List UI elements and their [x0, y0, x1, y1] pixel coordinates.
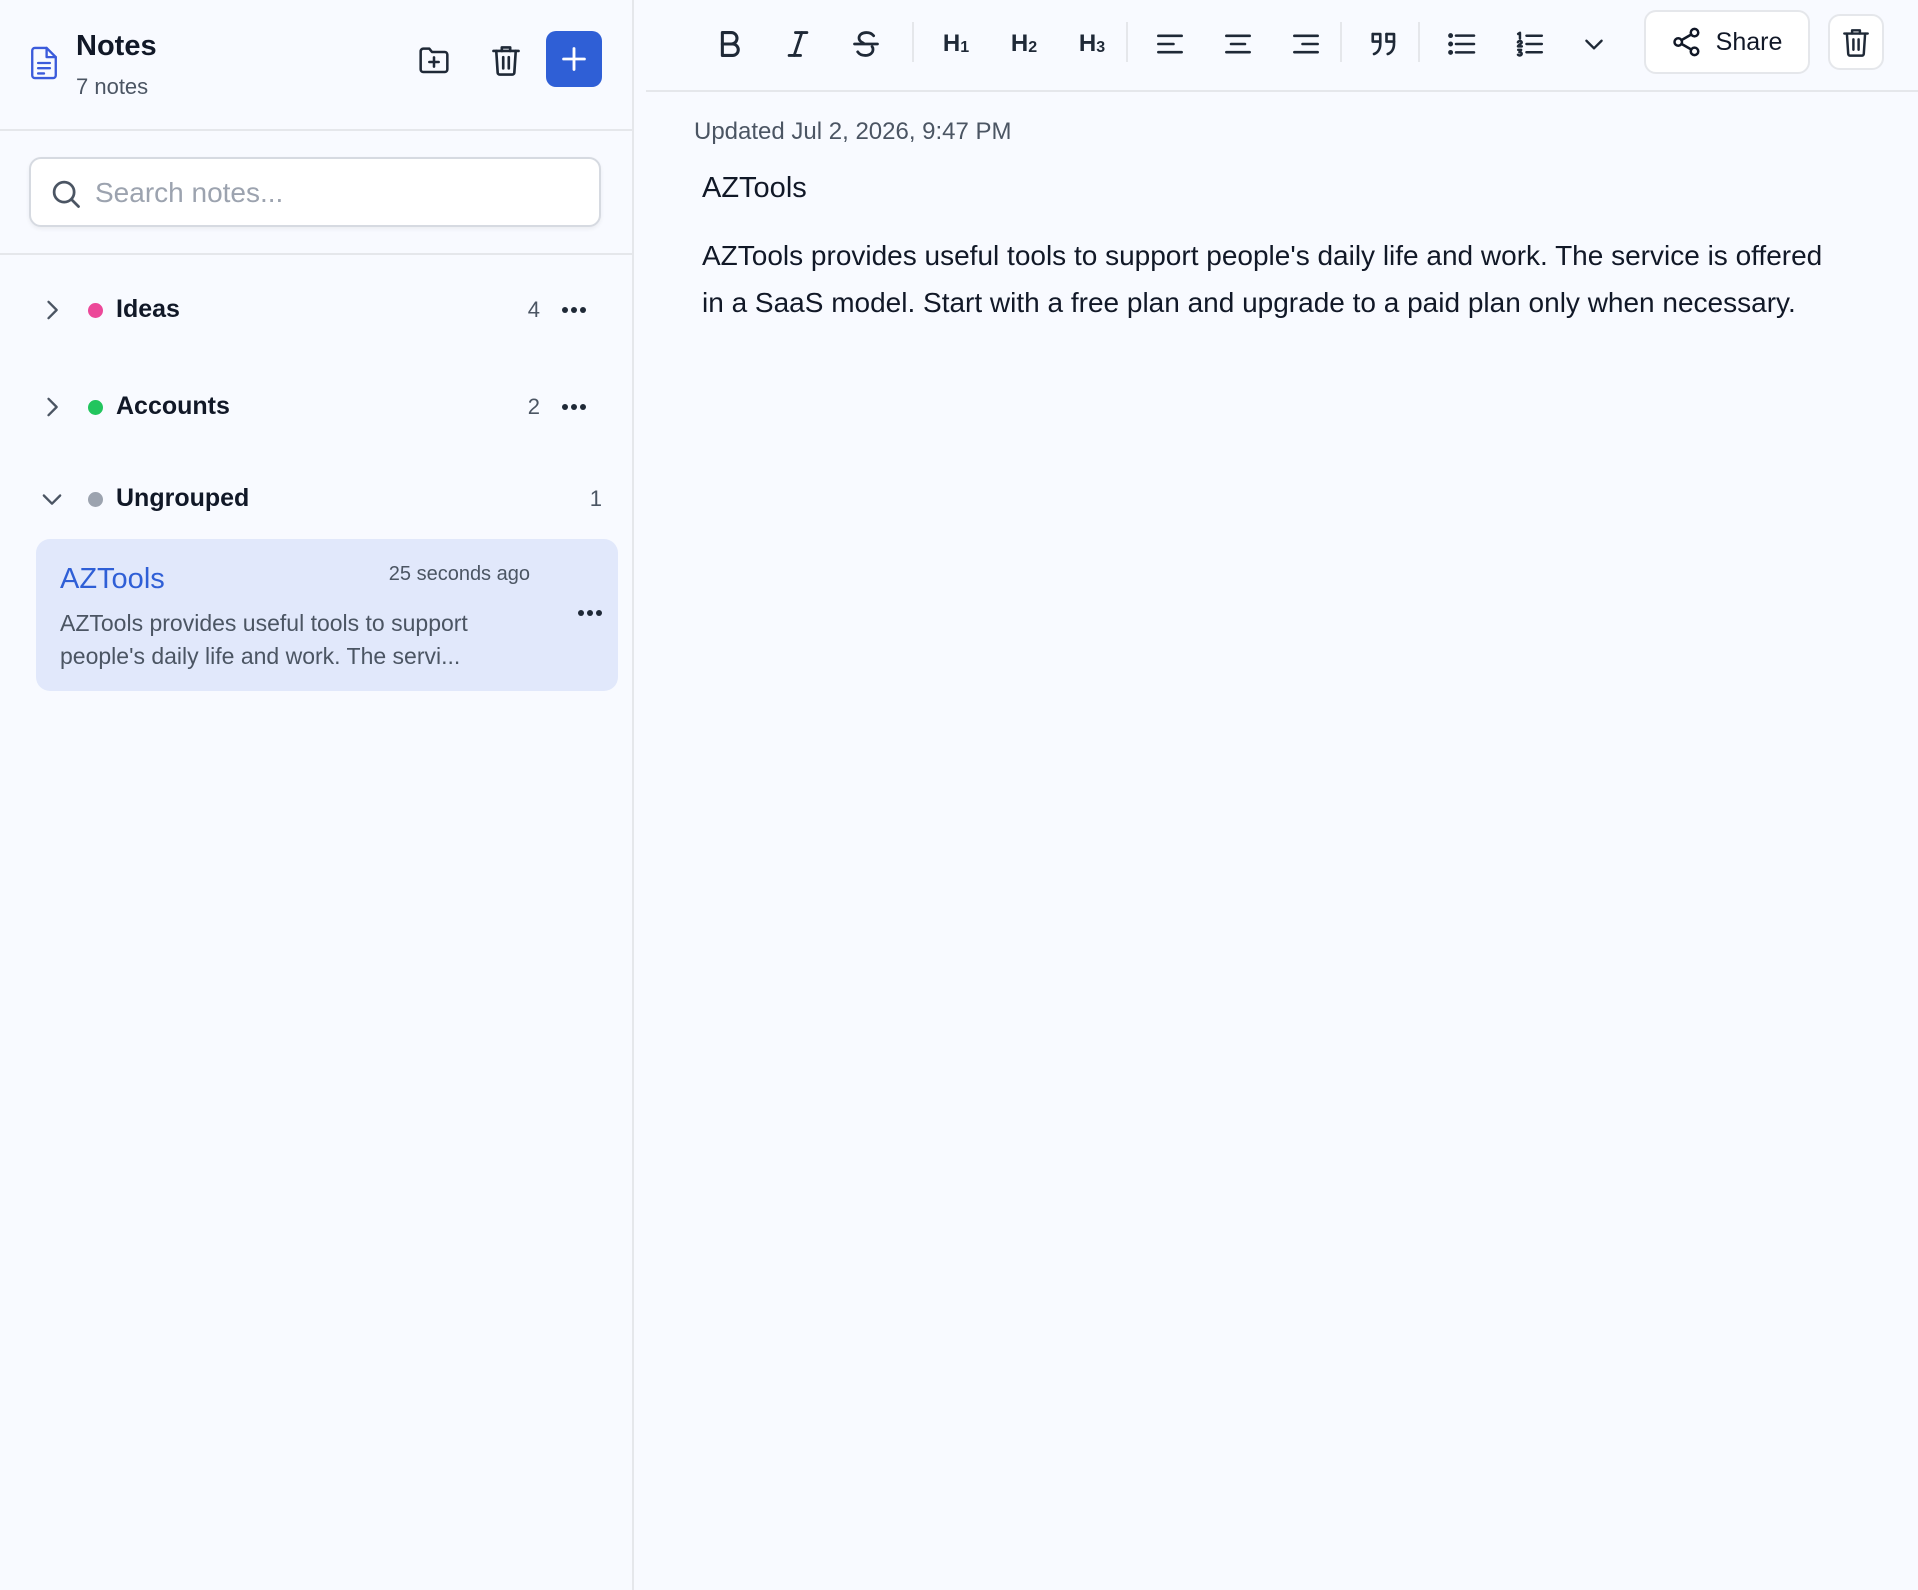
share-button[interactable]: Share: [1644, 10, 1810, 74]
blockquote-button[interactable]: [1360, 20, 1408, 68]
trash-icon: [1843, 27, 1869, 57]
align-center-icon: [1224, 32, 1252, 56]
align-center-button[interactable]: [1214, 20, 1262, 68]
group-name: Accounts: [116, 392, 230, 420]
chevron-right-icon[interactable]: [38, 393, 66, 421]
trash-icon: [492, 44, 520, 76]
sidebar-header: Notes 7 notes: [0, 0, 632, 131]
chevron-down-icon[interactable]: [38, 485, 66, 513]
add-note-button[interactable]: [546, 31, 602, 87]
bold-icon: [718, 30, 742, 58]
strikethrough-button[interactable]: [842, 20, 890, 68]
toolbar-divider: [1340, 22, 1342, 62]
search-input[interactable]: [95, 169, 585, 217]
note-content-title[interactable]: AZTools: [702, 172, 807, 205]
search-icon: [51, 179, 81, 209]
note-item[interactable]: AZTools 25 seconds ago AZTools provides …: [36, 539, 618, 691]
folder-plus-icon: [418, 45, 450, 75]
toolbar-divider: [912, 22, 914, 62]
toolbar-divider: [1126, 22, 1128, 62]
group-row-ideas[interactable]: Ideas 4: [0, 280, 632, 340]
note-title: AZTools: [60, 563, 165, 595]
italic-button[interactable]: [774, 20, 822, 68]
align-right-icon: [1292, 32, 1320, 56]
align-left-button[interactable]: [1146, 20, 1194, 68]
numbered-list-icon: [1515, 31, 1545, 57]
group-color-dot: [88, 303, 103, 318]
more-options-icon[interactable]: [556, 296, 592, 324]
heading-3-button[interactable]: H3: [1068, 20, 1116, 68]
document-icon: [28, 46, 60, 80]
group-count: 1: [589, 486, 602, 511]
app-title: Notes: [76, 30, 157, 62]
note-timestamp: 25 seconds ago: [388, 563, 530, 585]
editor-pane: H1 H2 H3 Share Updated Jul 2, 2026, 9:47…: [636, 0, 1918, 1590]
bullet-list-icon: [1447, 32, 1477, 56]
group-name: Ungrouped: [116, 484, 250, 512]
more-options-icon[interactable]: [572, 599, 608, 627]
new-folder-button[interactable]: [412, 38, 456, 82]
chevron-down-icon: [1581, 31, 1607, 57]
sidebar: Notes 7 notes Search notes... Ideas 4 Ac…: [0, 0, 634, 1590]
chevron-right-icon[interactable]: [38, 296, 66, 324]
note-preview: AZTools provides useful tools to support…: [60, 610, 468, 669]
group-color-dot: [88, 492, 103, 507]
group-row-accounts[interactable]: Accounts 2: [0, 377, 632, 437]
bold-button[interactable]: [706, 20, 754, 68]
trash-button[interactable]: [484, 38, 528, 82]
search-section: [0, 131, 632, 255]
align-right-button[interactable]: [1282, 20, 1330, 68]
heading-2-button[interactable]: H2: [1000, 20, 1048, 68]
search-box[interactable]: [29, 157, 601, 227]
bullet-list-button[interactable]: [1438, 20, 1486, 68]
notes-count: 7 notes: [76, 74, 149, 99]
group-row-ungrouped[interactable]: Ungrouped 1: [0, 469, 632, 529]
group-count: 4: [527, 297, 540, 322]
heading-1-button[interactable]: H1: [932, 20, 980, 68]
formatting-toolbar: H1 H2 H3 Share: [646, 0, 1918, 92]
numbered-list-button[interactable]: [1506, 20, 1554, 68]
note-content-body[interactable]: AZTools provides useful tools to support…: [702, 232, 1842, 326]
strikethrough-icon: [852, 30, 880, 58]
more-formatting-button[interactable]: [1570, 20, 1618, 68]
quote-icon: [1369, 30, 1399, 58]
delete-note-button[interactable]: [1828, 14, 1884, 70]
group-count: 2: [527, 394, 540, 419]
updated-timestamp: Updated Jul 2, 2026, 9:47 PM: [694, 118, 1012, 145]
share-label: Share: [1715, 27, 1783, 56]
toolbar-divider: [1418, 22, 1420, 62]
group-color-dot: [88, 400, 103, 415]
share-icon: [1672, 27, 1702, 57]
plus-icon: [561, 46, 587, 72]
align-left-icon: [1156, 32, 1184, 56]
italic-icon: [786, 30, 810, 58]
group-name: Ideas: [116, 295, 180, 323]
more-options-icon[interactable]: [556, 393, 592, 421]
